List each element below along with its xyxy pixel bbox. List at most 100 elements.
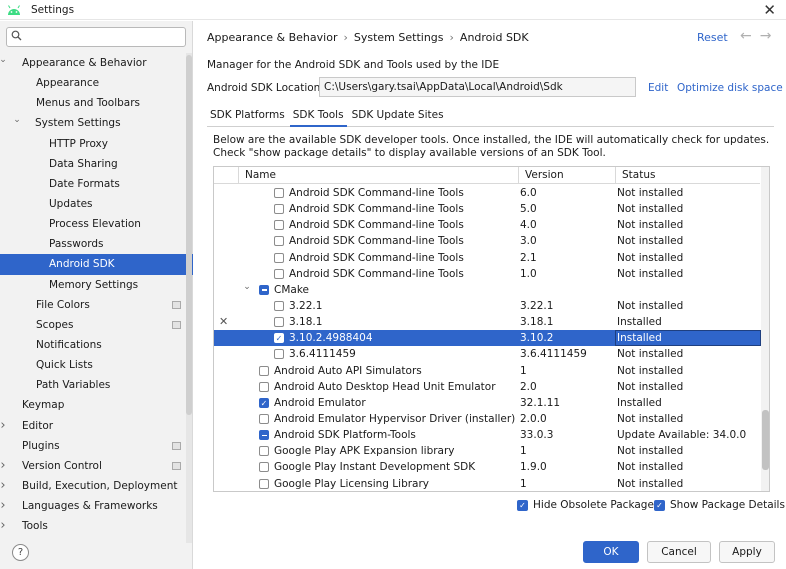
table-row[interactable]: Android Emulator Hypervisor Driver (inst… [214, 411, 760, 427]
table-row[interactable]: Android SDK Command-line Tools 3.0 Not ins… [214, 233, 760, 249]
ok-button[interactable]: OK [583, 541, 639, 563]
sidebar-item-quick-lists[interactable]: Quick Lists [0, 355, 193, 375]
table-row[interactable]: Android Auto API Simulators 1 Not installe… [214, 363, 760, 379]
sidebar-item-system-settings[interactable]: ⌄ System Settings [0, 113, 193, 133]
table-scrollbar-thumb[interactable] [762, 410, 769, 470]
row-checkbox[interactable] [259, 284, 269, 295]
show-details-option[interactable]: ✓ Show Package Details [654, 499, 785, 511]
sidebar-item-keymap[interactable]: Keymap [0, 395, 193, 415]
table-row[interactable]: Android SDK Command-line Tools 4.0 Not ins… [214, 217, 760, 233]
row-checkbox[interactable] [274, 188, 284, 198]
chevron-down-icon[interactable]: ⌄ [242, 279, 252, 295]
table-row[interactable]: Google Play Licensing Library 1 Not instal… [214, 476, 760, 491]
chevron-right-icon[interactable]: › [0, 496, 8, 516]
row-checkbox[interactable]: ✓ [274, 333, 284, 344]
table-row[interactable]: Google Play Instant Development SDK 1.9.0… [214, 459, 760, 475]
table-row[interactable]: 3.6.4111459 3.6.4111459 Not installed [214, 346, 760, 362]
search-input[interactable] [26, 31, 176, 43]
table-row[interactable]: Android Auto Desktop Head Unit Emulator 2… [214, 379, 760, 395]
row-checkbox[interactable] [274, 252, 284, 263]
back-arrow-icon[interactable]: ← [740, 28, 760, 44]
breadcrumb-item[interactable]: Android SDK [460, 31, 529, 44]
table-row[interactable]: Android SDK Command-line Tools 2.1 Not ins… [214, 250, 760, 266]
column-status[interactable]: Status [615, 167, 760, 184]
search-box[interactable] [6, 27, 186, 47]
chevron-right-icon[interactable]: › [0, 416, 8, 436]
chevron-right-icon[interactable]: › [0, 476, 8, 496]
sidebar-item-android-sdk[interactable]: Android SDK [0, 254, 193, 275]
row-checkbox[interactable] [259, 381, 269, 392]
help-button[interactable]: ? [12, 544, 29, 561]
sidebar-item-updates[interactable]: Updates [0, 194, 193, 214]
row-checkbox[interactable] [274, 268, 284, 279]
table-row[interactable]: Android SDK Command-line Tools 1.0 Not ins… [214, 266, 760, 282]
table-row[interactable]: Android SDK Command-line Tools 6.0 Not ins… [214, 185, 760, 201]
table-row[interactable]: Android SDK Platform-Tools 33.0.3 Update A… [214, 427, 760, 443]
sidebar-item-passwords[interactable]: Passwords [0, 234, 193, 254]
row-checkbox[interactable] [259, 462, 269, 473]
tab-sdk-platforms[interactable]: SDK Platforms [207, 107, 288, 127]
breadcrumb-item[interactable]: Appearance & Behavior [207, 31, 337, 44]
table-row[interactable]: ⌄ CMake [214, 282, 760, 298]
sidebar-item-http-proxy[interactable]: HTTP Proxy [0, 134, 193, 154]
forward-arrow-icon[interactable]: → [760, 28, 780, 44]
tab-sdk-update-sites[interactable]: SDK Update Sites [349, 107, 447, 127]
row-checkbox[interactable] [274, 317, 284, 328]
chevron-right-icon[interactable]: › [0, 516, 8, 536]
sidebar-item-process-elevation[interactable]: Process Elevation [0, 214, 193, 234]
sidebar-item-appearance-behavior[interactable]: ⌄ Appearance & Behavior [0, 53, 193, 73]
breadcrumb-item[interactable]: System Settings [354, 31, 444, 44]
sidebar-item-version-control[interactable]: › Version Control [0, 456, 193, 476]
sidebar-item-plugins[interactable]: Plugins [0, 436, 193, 456]
row-checkbox[interactable] [259, 413, 269, 424]
optimize-disk-space-link[interactable]: Optimize disk space [677, 82, 783, 94]
cancel-button[interactable]: Cancel [647, 541, 711, 563]
row-checkbox[interactable] [274, 204, 284, 215]
table-row[interactable]: Android SDK Command-line Tools 5.0 Not ins… [214, 201, 760, 217]
row-checkbox[interactable] [274, 349, 284, 360]
sidebar-item-build-execution-deployment[interactable]: › Build, Execution, Deployment [0, 476, 193, 496]
table-row[interactable]: ✓ 3.10.2.4988404 3.10.2 Installed [214, 330, 761, 347]
row-checkbox[interactable] [259, 430, 269, 441]
column-name[interactable]: Name [238, 167, 520, 184]
sidebar-item-appearance[interactable]: Appearance [0, 73, 193, 93]
row-checkbox[interactable] [274, 300, 284, 311]
row-checkbox[interactable]: ✓ [259, 397, 269, 408]
row-checkbox[interactable] [259, 365, 269, 376]
chevron-right-icon[interactable]: › [0, 456, 8, 476]
sidebar-item-date-formats[interactable]: Date Formats [0, 174, 193, 194]
table-row[interactable]: ✓ Android Emulator 32.1.11 Installed [214, 395, 760, 411]
edit-link[interactable]: Edit [648, 82, 668, 94]
column-version[interactable]: Version [518, 167, 615, 184]
reset-link[interactable]: Reset [697, 31, 728, 44]
table-scrollbar[interactable] [761, 167, 769, 491]
sidebar-item-data-sharing[interactable]: Data Sharing [0, 154, 193, 174]
row-checkbox[interactable] [259, 446, 269, 457]
sidebar-item-tools[interactable]: › Tools [0, 516, 193, 536]
sidebar-item-menus-and-toolbars[interactable]: Menus and Toolbars [0, 93, 193, 113]
sidebar-item-file-colors[interactable]: File Colors [0, 295, 193, 315]
table-row[interactable]: 3.22.1 3.22.1 Not installed [214, 298, 760, 314]
table-row[interactable]: Google Play APK Expansion library 1 Not in… [214, 443, 760, 459]
close-icon[interactable]: ✕ [763, 1, 776, 19]
sidebar-item-editor[interactable]: › Editor [0, 416, 193, 436]
hide-obsolete-checkbox[interactable]: ✓ [517, 499, 528, 511]
sidebar-item-languages-frameworks[interactable]: › Languages & Frameworks [0, 496, 193, 516]
tab-sdk-tools[interactable]: SDK Tools [289, 107, 347, 127]
chevron-down-icon[interactable]: ⌄ [12, 110, 22, 130]
sidebar-scrollbar-thumb[interactable] [186, 55, 192, 415]
apply-button[interactable]: Apply [719, 541, 775, 563]
sidebar-item-scopes[interactable]: Scopes [0, 315, 193, 335]
hide-obsolete-option[interactable]: ✓ Hide Obsolete Packages [517, 499, 659, 511]
sidebar-item-path-variables[interactable]: Path Variables [0, 375, 193, 395]
chevron-down-icon[interactable]: ⌄ [0, 50, 8, 70]
sdk-location-field[interactable]: C:\Users\gary.tsai\AppData\Local\Android… [319, 77, 636, 97]
row-checkbox[interactable] [274, 220, 284, 231]
sidebar-item-notifications[interactable]: Notifications [0, 335, 193, 355]
row-checkbox[interactable] [259, 478, 269, 489]
row-checkbox[interactable] [274, 236, 284, 247]
sidebar-item-memory-settings[interactable]: Memory Settings [0, 275, 193, 295]
sidebar-scrollbar[interactable] [186, 53, 192, 543]
show-details-checkbox[interactable]: ✓ [654, 499, 665, 511]
table-row[interactable]: ✕ 3.18.1 3.18.1 Installed [214, 314, 760, 330]
